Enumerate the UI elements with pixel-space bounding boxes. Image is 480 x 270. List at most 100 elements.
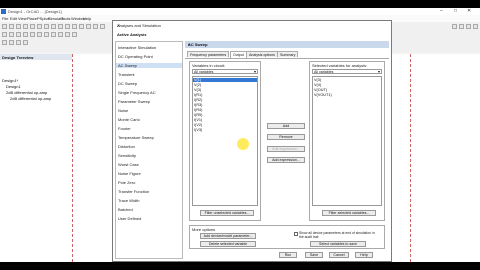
tab-output[interactable]: Output <box>230 51 247 58</box>
tab-analysis-options[interactable]: Analysis options <box>246 51 278 57</box>
settings-icon[interactable] <box>23 40 28 45</box>
tree-item-sheet[interactable]: 2dB differential op-amp <box>6 90 47 95</box>
toolbar-icon-b[interactable] <box>459 24 464 29</box>
bus-icon[interactable] <box>37 32 42 37</box>
schematic-canvas-left[interactable] <box>72 54 113 262</box>
selected-variable-item[interactable]: V(4) <box>314 83 321 87</box>
variables-filter-select[interactable]: All variables ▾ <box>192 69 258 74</box>
toolbar-icon-a[interactable] <box>452 24 457 29</box>
variable-item[interactable]: I(R1) <box>194 93 202 97</box>
variable-item[interactable]: V(2) <box>194 83 201 87</box>
select-variables-to-save-button[interactable]: Select variables to save <box>310 241 366 247</box>
cut-icon[interactable] <box>30 24 35 29</box>
copy-icon[interactable] <box>37 24 42 29</box>
tree-item-sheet-child[interactable]: 2dB differential op-amp <box>10 96 51 101</box>
zoom-out-icon[interactable] <box>72 24 77 29</box>
tab-frequency-parameters[interactable]: Frequency parameters <box>187 51 230 57</box>
analysis-item[interactable]: Transfer Function <box>118 189 149 194</box>
analysis-item-selected[interactable]: AC Sweep <box>116 63 182 68</box>
pin-icon[interactable]: ▾ <box>188 42 386 47</box>
grid-icon[interactable] <box>72 32 77 37</box>
remove-button[interactable]: Remove <box>267 134 305 140</box>
minimize-icon[interactable]: – <box>440 8 443 14</box>
variable-item[interactable]: I(R3) <box>194 103 202 107</box>
edit-expression-button[interactable]: Edit expression... <box>267 146 305 152</box>
open-icon[interactable] <box>9 24 14 29</box>
selected-filter-select[interactable]: All variables ▾ <box>312 69 382 74</box>
menu-tools[interactable]: Tools <box>61 16 70 21</box>
delete-selected-variable-button[interactable]: Delete selected variable <box>200 241 256 247</box>
mirror-icon[interactable] <box>65 32 70 37</box>
component-icon[interactable] <box>100 24 105 29</box>
zoom-in-icon[interactable] <box>65 24 70 29</box>
schematic-canvas-right[interactable] <box>392 54 480 262</box>
variable-item[interactable]: V(3) <box>194 88 201 92</box>
analysis-item[interactable]: Temperature Sweep <box>118 135 154 140</box>
show-all-params-checkbox[interactable] <box>294 232 298 236</box>
tree-item-root[interactable]: Design1* <box>2 78 18 83</box>
analysis-item[interactable]: Trace Width <box>118 198 139 203</box>
toolbar-icon-d[interactable] <box>473 24 478 29</box>
filter-unselected-button[interactable]: Filter unselected variables... <box>200 210 254 216</box>
analysis-item[interactable]: Worst Case <box>118 162 139 167</box>
analysis-item[interactable]: Noise Figure <box>118 171 141 176</box>
scope-icon[interactable] <box>16 40 21 45</box>
analysis-item[interactable]: DC Operating Point <box>118 54 153 59</box>
filter-selected-button[interactable]: Filter selected variables... <box>322 210 376 216</box>
toolbar-icon-c[interactable] <box>466 24 471 29</box>
analysis-item[interactable]: Distortion <box>118 144 135 149</box>
tab-summary[interactable]: Summary <box>277 51 299 57</box>
analysis-item[interactable]: Noise <box>118 108 128 113</box>
variable-item[interactable]: I(V3) <box>194 128 202 132</box>
menu-file[interactable]: File <box>2 16 8 21</box>
dialog-close-icon[interactable]: ✕ <box>117 23 387 28</box>
graph-icon[interactable] <box>2 40 7 45</box>
add-device-param-button[interactable]: Add device/model parameter... <box>200 233 256 239</box>
add-button[interactable]: Add <box>267 123 305 129</box>
tree-item-design[interactable]: Design1 <box>6 84 21 89</box>
analysis-item[interactable]: Interactive Simulation <box>118 45 156 50</box>
selected-variable-item[interactable]: V(3) <box>314 78 321 82</box>
new-icon[interactable] <box>2 24 7 29</box>
paste-icon[interactable] <box>44 24 49 29</box>
close-icon[interactable]: ✕ <box>467 8 471 14</box>
maximize-icon[interactable]: □ <box>454 8 457 14</box>
menu-place[interactable]: Place <box>27 16 37 21</box>
zoom-fit-icon[interactable] <box>79 24 84 29</box>
analysis-item[interactable]: DC Sweep <box>118 81 137 86</box>
analysis-item[interactable]: Fourier <box>118 126 131 131</box>
variable-item[interactable]: I(V1) <box>194 118 202 122</box>
undo-icon[interactable] <box>51 24 56 29</box>
analysis-item[interactable]: Batched <box>118 207 133 212</box>
analysis-item[interactable]: Sensitivity <box>118 153 136 158</box>
variable-item[interactable]: I(R2) <box>194 98 202 102</box>
help-button[interactable]: Help <box>355 252 373 258</box>
analysis-item[interactable]: User Defined <box>118 216 141 221</box>
analysis-item[interactable]: Transient <box>118 72 135 77</box>
run-icon[interactable] <box>2 32 7 37</box>
source-icon[interactable] <box>23 32 28 37</box>
analysis-item[interactable]: Single Frequency AC <box>118 90 156 95</box>
ground-icon[interactable] <box>16 32 21 37</box>
junction-icon[interactable] <box>51 32 56 37</box>
analysis-item[interactable]: Monte Carlo <box>118 117 140 122</box>
selected-variable-item[interactable]: V(VOUT1) <box>314 93 332 97</box>
menu-view[interactable]: View <box>18 16 27 21</box>
save-icon[interactable] <box>16 24 21 29</box>
selected-variables-listbox[interactable]: V(3) V(4) V(OUT) V(VOUT1) <box>312 76 382 206</box>
variable-item[interactable]: V(1) <box>193 78 257 82</box>
redo-icon[interactable] <box>58 24 63 29</box>
probe-icon[interactable] <box>9 32 14 37</box>
rotate-icon[interactable] <box>58 32 63 37</box>
variable-item[interactable]: I(R5) <box>194 113 202 117</box>
select-icon[interactable] <box>86 24 91 29</box>
cancel-button[interactable]: Cancel <box>329 252 349 258</box>
save-button[interactable]: Save <box>305 252 323 258</box>
wire-icon[interactable] <box>93 24 98 29</box>
menu-edit[interactable]: Edit <box>10 16 17 21</box>
variable-item[interactable]: I(V2) <box>194 123 202 127</box>
analysis-item[interactable]: Pole Zero <box>118 180 135 185</box>
variable-item[interactable]: I(R4) <box>194 108 202 112</box>
menu-help[interactable]: Help <box>83 16 91 21</box>
run-button[interactable]: Run <box>279 252 297 258</box>
